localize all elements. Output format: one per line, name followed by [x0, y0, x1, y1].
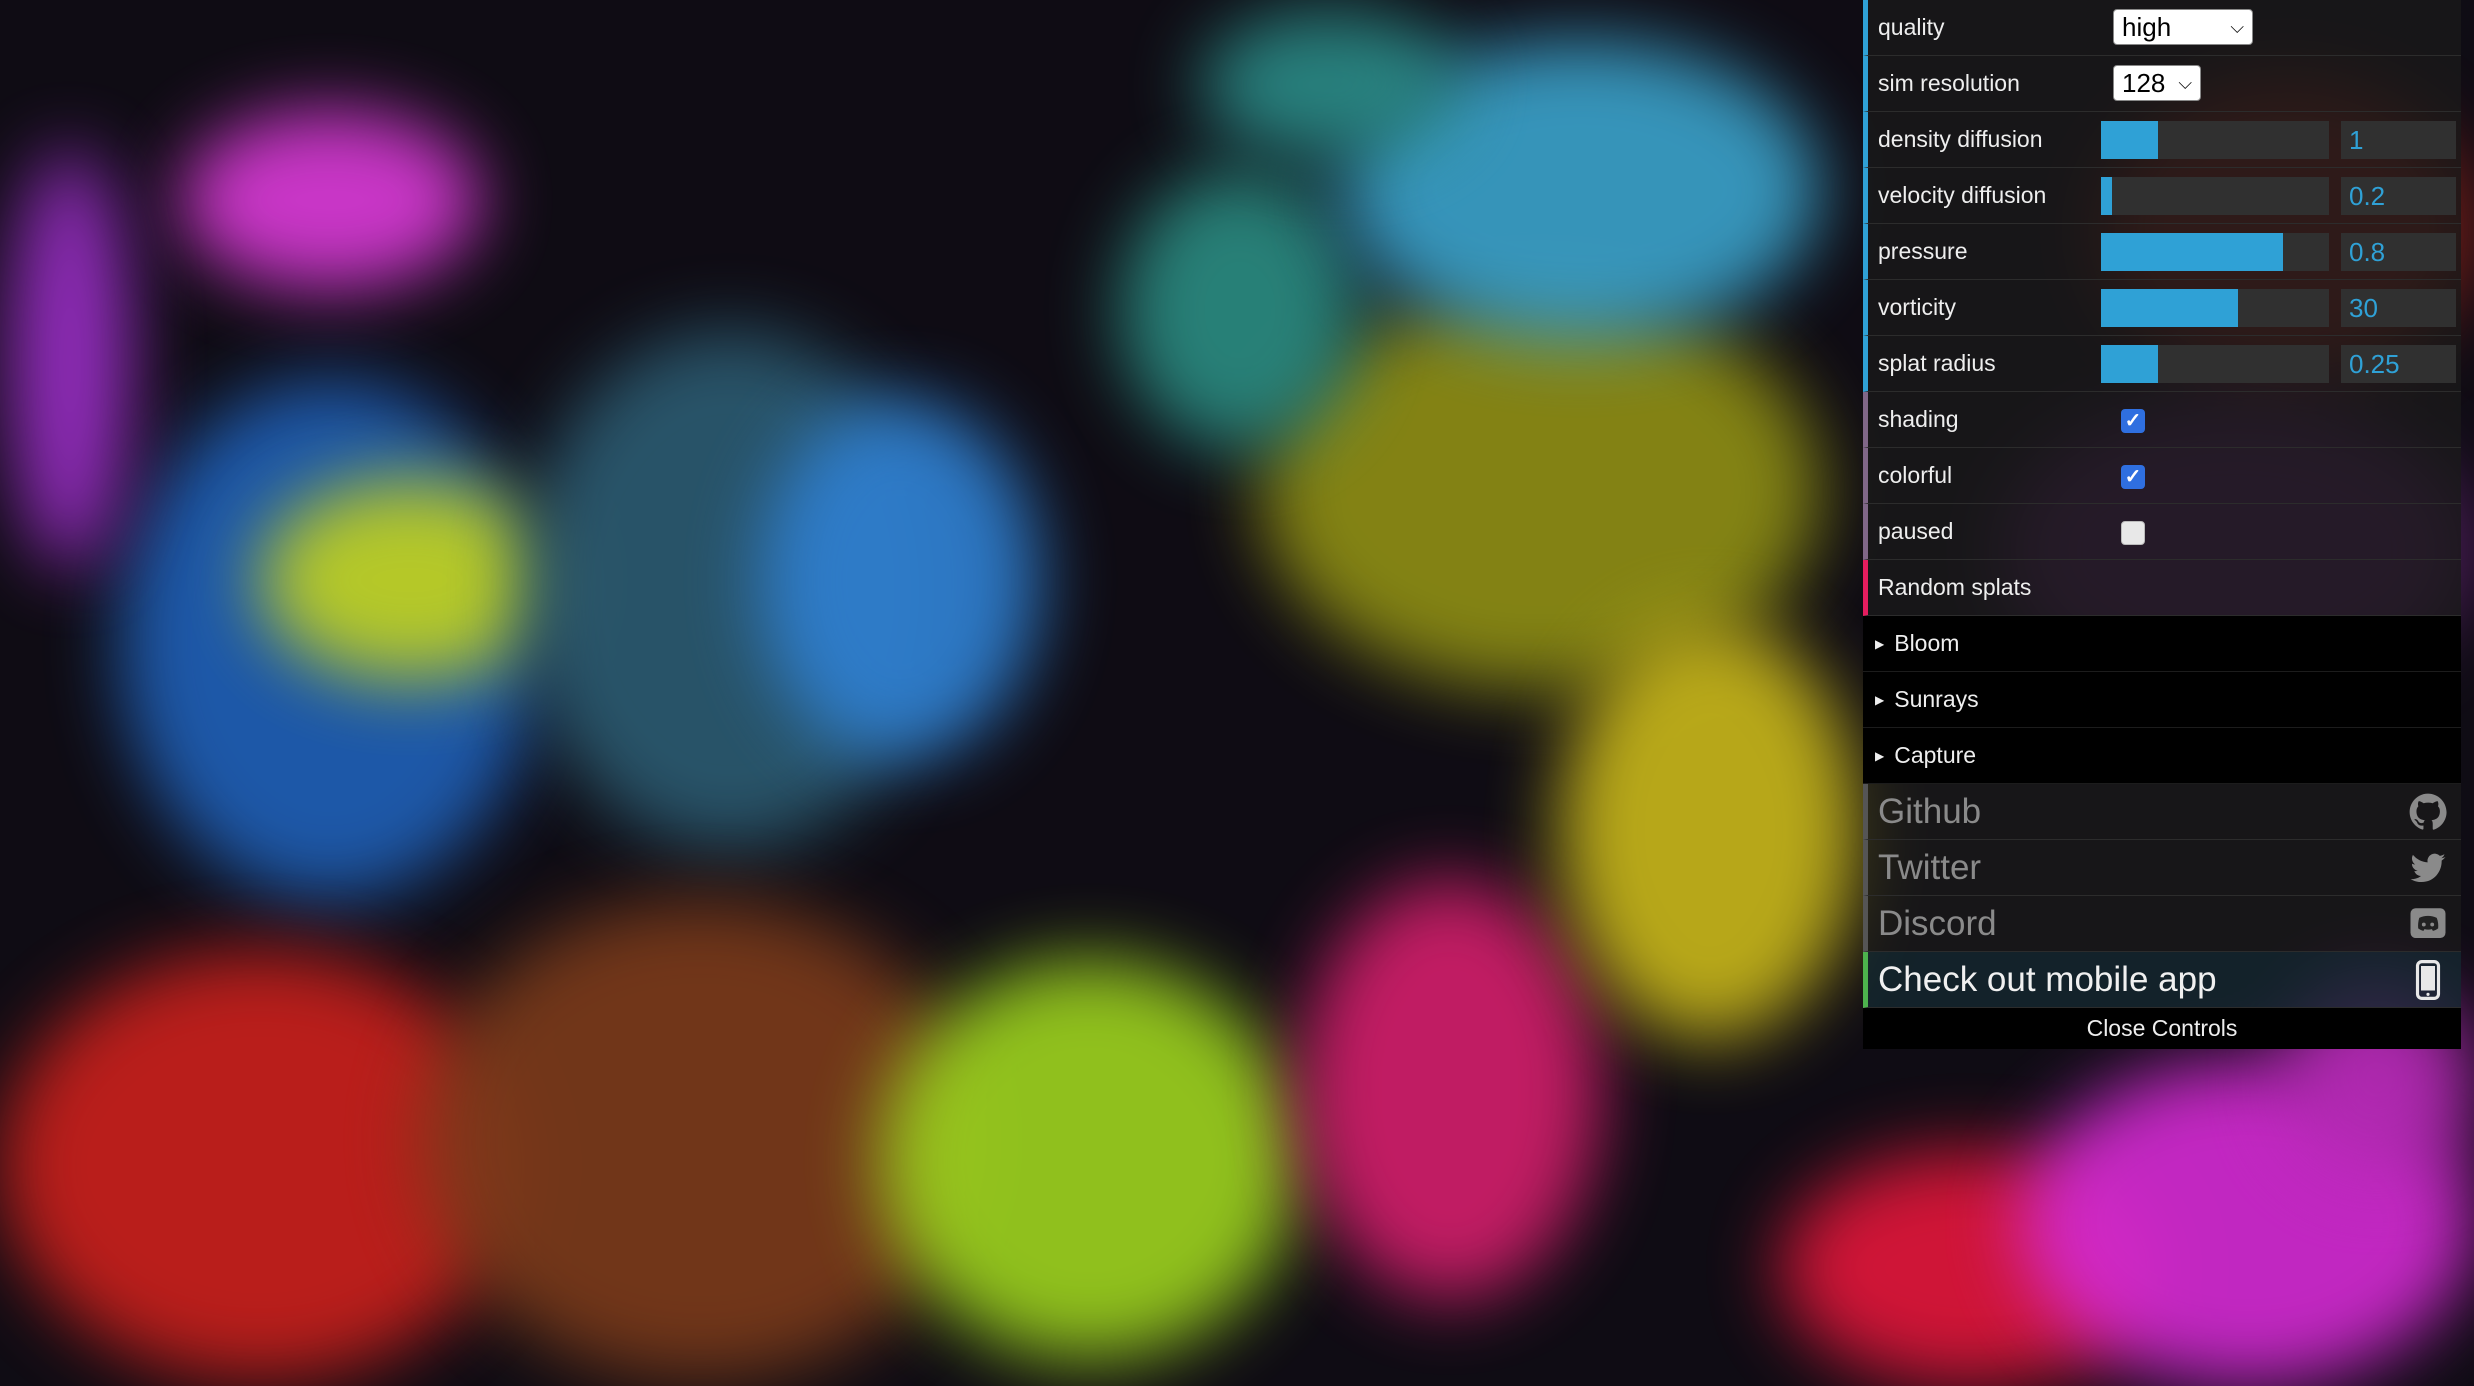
controls-panel: quality high ⌵ sim resolution 128 ⌵ dens… — [1863, 0, 2461, 1049]
vorticity-row: vorticity 30 — [1863, 280, 2461, 336]
discord-link[interactable]: Discord — [1863, 896, 2461, 952]
github-link-label: Github — [1878, 791, 1982, 831]
shading-label: shading — [1878, 406, 1959, 432]
colorful-checkbox[interactable]: ✓ — [2121, 465, 2145, 489]
bloom-folder-label: Bloom — [1894, 630, 1960, 656]
fluid-blob — [760, 400, 1040, 760]
fluid-blob — [880, 960, 1300, 1360]
fluid-blob — [10, 150, 130, 570]
twitter-link[interactable]: Twitter — [1863, 840, 2461, 896]
quality-value: high — [2122, 12, 2172, 42]
density-diffusion-slider[interactable] — [2101, 121, 2329, 159]
slider-fill — [2101, 177, 2113, 215]
github-link[interactable]: Github — [1863, 784, 2461, 840]
discord-icon — [2410, 907, 2446, 938]
random-splats-button[interactable]: Random splats — [1863, 560, 2461, 616]
sim-resolution-select[interactable]: 128 ⌵ — [2113, 65, 2201, 101]
sim-resolution-label: sim resolution — [1878, 70, 2020, 96]
fluid-blob — [1560, 620, 1860, 1040]
density-diffusion-row: density diffusion 1 — [1863, 112, 2461, 168]
capture-folder[interactable]: ▶ Capture — [1863, 728, 2461, 784]
close-controls-button[interactable]: Close Controls — [1863, 1008, 2461, 1049]
splat-radius-label: splat radius — [1878, 350, 1996, 376]
splat-radius-row: splat radius 0.25 — [1863, 336, 2461, 392]
pressure-input[interactable]: 0.8 — [2341, 233, 2456, 271]
slider-fill — [2101, 289, 2238, 327]
random-splats-label: Random splats — [1878, 574, 2032, 600]
caret-right-icon: ▶ — [1875, 692, 1885, 707]
bloom-folder[interactable]: ▶ Bloom — [1863, 616, 2461, 672]
fluid-blob — [1120, 170, 1360, 450]
fluid-blob — [180, 110, 480, 290]
vorticity-slider[interactable] — [2101, 289, 2329, 327]
shading-checkbox[interactable]: ✓ — [2121, 409, 2145, 433]
chevron-down-icon: ⌵ — [2230, 17, 2244, 37]
vorticity-label: vorticity — [1878, 294, 1956, 320]
splat-radius-input[interactable]: 0.25 — [2341, 345, 2456, 383]
velocity-diffusion-label: velocity diffusion — [1878, 182, 2047, 208]
paused-checkbox[interactable] — [2121, 521, 2145, 545]
pressure-slider[interactable] — [2101, 233, 2329, 271]
mobile-app-link[interactable]: Check out mobile app — [1863, 952, 2461, 1008]
velocity-diffusion-row: velocity diffusion 0.2 — [1863, 168, 2461, 224]
quality-select[interactable]: high ⌵ — [2113, 9, 2253, 45]
quality-row: quality high ⌵ — [1863, 0, 2461, 56]
twitter-icon — [2410, 853, 2446, 882]
shading-row: shading ✓ — [1863, 392, 2461, 448]
slider-fill — [2101, 233, 2284, 271]
slider-fill — [2101, 345, 2158, 383]
sunrays-folder-label: Sunrays — [1894, 686, 1979, 712]
chevron-down-icon: ⌵ — [2178, 73, 2192, 93]
fluid-blob — [1200, 10, 1460, 160]
mobile-app-link-label: Check out mobile app — [1878, 959, 2217, 999]
colorful-row: colorful ✓ — [1863, 448, 2461, 504]
density-diffusion-input[interactable]: 1 — [2341, 121, 2456, 159]
vorticity-input[interactable]: 30 — [2341, 289, 2456, 327]
splat-radius-slider[interactable] — [2101, 345, 2329, 383]
phone-icon — [2415, 959, 2441, 1000]
density-diffusion-label: density diffusion — [1878, 126, 2043, 152]
caret-right-icon: ▶ — [1875, 748, 1885, 763]
quality-label: quality — [1878, 14, 1945, 40]
fluid-blob — [260, 480, 560, 680]
velocity-diffusion-slider[interactable] — [2101, 177, 2329, 215]
capture-folder-label: Capture — [1894, 742, 1977, 768]
paused-row: paused — [1863, 504, 2461, 560]
colorful-label: colorful — [1878, 462, 1953, 488]
pressure-row: pressure 0.8 — [1863, 224, 2461, 280]
fluid-blob — [1300, 880, 1600, 1300]
discord-link-label: Discord — [1878, 903, 1997, 943]
paused-label: paused — [1878, 518, 1954, 544]
sim-resolution-value: 128 — [2122, 68, 2166, 98]
sim-resolution-row: sim resolution 128 ⌵ — [1863, 56, 2461, 112]
pressure-label: pressure — [1878, 238, 1968, 264]
github-icon — [2409, 793, 2447, 830]
caret-right-icon: ▶ — [1875, 636, 1885, 651]
twitter-link-label: Twitter — [1878, 847, 1982, 887]
slider-fill — [2101, 121, 2158, 159]
velocity-diffusion-input[interactable]: 0.2 — [2341, 177, 2456, 215]
sunrays-folder[interactable]: ▶ Sunrays — [1863, 672, 2461, 728]
